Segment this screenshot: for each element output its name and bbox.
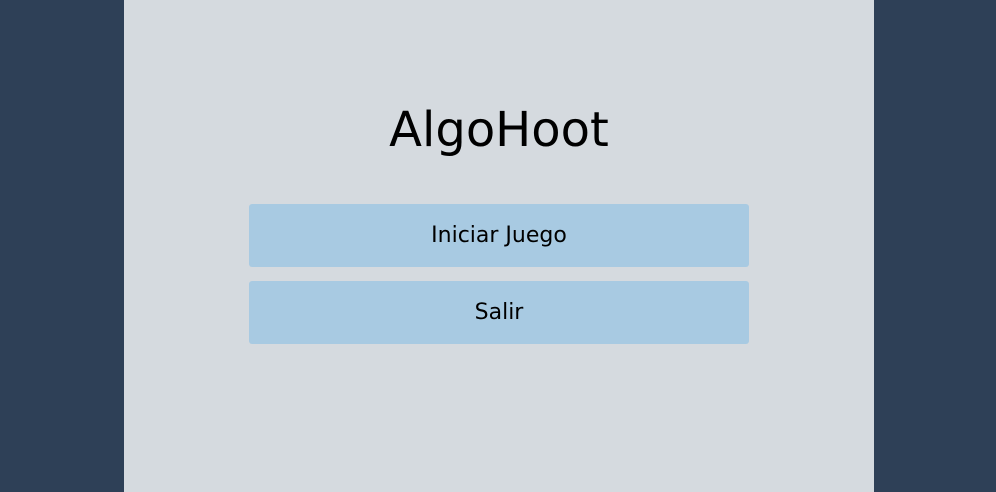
app-title: AlgoHoot (389, 102, 609, 158)
exit-label: Salir (474, 300, 524, 325)
left-margin (0, 0, 124, 492)
start-game-button[interactable]: Iniciar Juego (249, 204, 749, 267)
exit-button[interactable]: Salir (249, 281, 749, 344)
main-menu-panel: AlgoHoot Iniciar Juego Salir (124, 0, 874, 492)
right-margin (874, 0, 996, 492)
start-game-label: Iniciar Juego (431, 223, 567, 248)
